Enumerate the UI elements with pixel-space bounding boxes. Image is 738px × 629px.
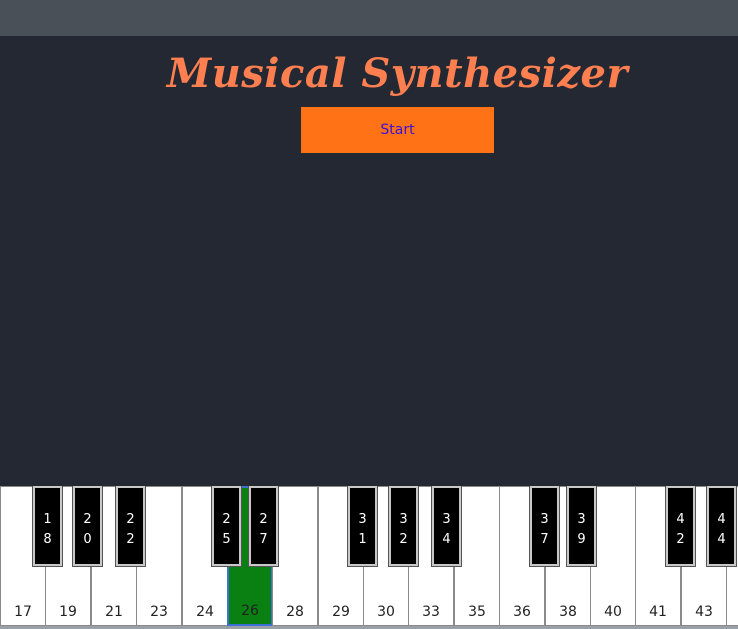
black-key-label: 2 7 xyxy=(259,512,268,547)
black-key-label: 4 4 xyxy=(717,512,726,547)
piano-keyboard: 17 19 21 23 24 26 28 29 30 33 35 36 38 40 41 43 1 8 2 0 2 … xyxy=(0,486,738,629)
black-key-label: 4 2 xyxy=(676,512,685,547)
black-key[interactable]: 4 2 xyxy=(665,486,696,567)
page-title: Musical Synthesizer xyxy=(166,50,629,97)
black-key-label: 2 0 xyxy=(83,512,92,547)
white-key-label: 30 xyxy=(377,604,395,620)
black-key[interactable]: 3 9 xyxy=(566,486,597,567)
white-key-label: 41 xyxy=(649,604,667,620)
black-key-label: 2 5 xyxy=(222,512,231,547)
black-key[interactable]: 3 1 xyxy=(347,486,378,567)
white-key-label: 33 xyxy=(422,604,440,620)
black-key-label: 3 2 xyxy=(399,512,408,547)
window-top-bar xyxy=(0,0,738,36)
black-key[interactable]: 2 7 xyxy=(248,486,279,567)
black-key[interactable]: 2 0 xyxy=(72,486,103,567)
white-key-label: 24 xyxy=(196,604,214,620)
black-key[interactable]: 2 5 xyxy=(211,486,242,567)
black-key[interactable]: 1 8 xyxy=(32,486,63,567)
black-key[interactable]: 3 2 xyxy=(388,486,419,567)
white-key-label: 43 xyxy=(695,604,713,620)
white-key-label: 23 xyxy=(150,604,168,620)
black-key-label: 1 8 xyxy=(43,512,52,547)
white-key-label: 28 xyxy=(286,604,304,620)
white-key[interactable]: 40 xyxy=(590,486,636,626)
black-key[interactable]: 4 4 xyxy=(706,486,737,567)
black-key-label: 3 9 xyxy=(577,512,586,547)
black-key[interactable]: 3 7 xyxy=(529,486,560,567)
white-key-label: 29 xyxy=(332,604,350,620)
white-key-label: 36 xyxy=(513,604,531,620)
white-key-label: 26 xyxy=(241,603,259,619)
white-key-label: 19 xyxy=(59,604,77,620)
black-key[interactable]: 3 4 xyxy=(431,486,462,567)
white-key-label: 21 xyxy=(105,604,123,620)
white-key-label: 17 xyxy=(14,604,32,620)
black-key-label: 3 4 xyxy=(442,512,451,547)
black-key[interactable]: 2 2 xyxy=(115,486,146,567)
white-key-label: 38 xyxy=(559,604,577,620)
white-key-label: 40 xyxy=(604,604,622,620)
black-key-label: 3 1 xyxy=(358,512,367,547)
start-button[interactable]: Start xyxy=(301,107,494,153)
black-key-label: 3 7 xyxy=(540,512,549,547)
white-key[interactable]: 28 xyxy=(272,486,318,626)
white-key-label: 35 xyxy=(468,604,486,620)
black-key-label: 2 2 xyxy=(126,512,135,547)
